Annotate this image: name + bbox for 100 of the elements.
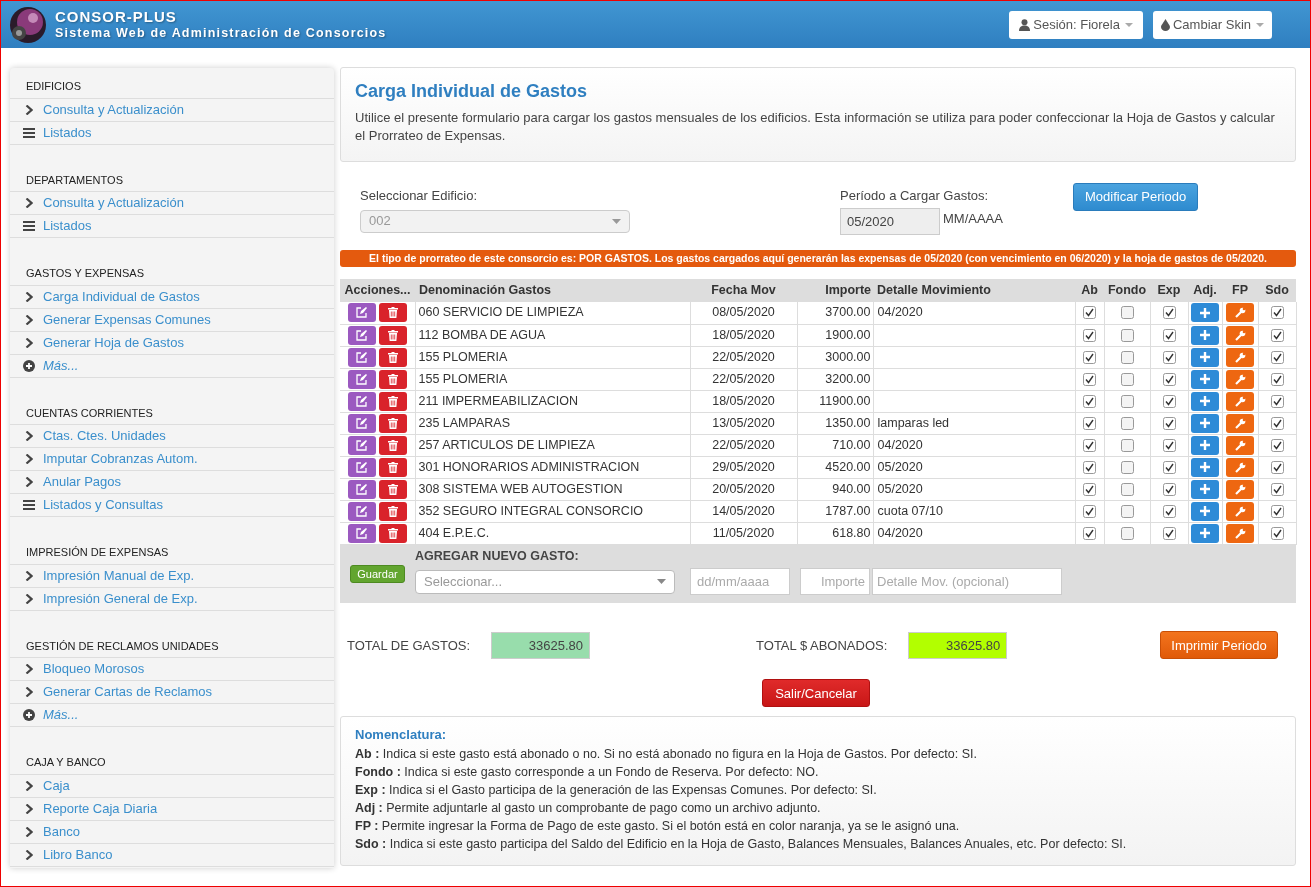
- sidebar-item[interactable]: Generar Hoja de Gastos: [10, 331, 334, 355]
- edit-button[interactable]: [347, 479, 376, 499]
- checkbox[interactable]: [1120, 416, 1134, 430]
- checkbox[interactable]: [1270, 482, 1284, 496]
- edit-button[interactable]: [347, 501, 376, 521]
- checkbox[interactable]: [1162, 526, 1176, 540]
- delete-button[interactable]: [378, 369, 407, 389]
- sidebar-item[interactable]: Reporte Caja Diaria: [10, 797, 334, 821]
- sidebar-item[interactable]: Carga Individual de Gastos: [10, 285, 334, 309]
- edit-button[interactable]: [347, 347, 376, 367]
- checkbox[interactable]: [1270, 372, 1284, 386]
- checkbox[interactable]: [1083, 504, 1096, 518]
- checkbox[interactable]: [1162, 482, 1176, 496]
- checkbox[interactable]: [1120, 372, 1134, 386]
- skin-dropdown[interactable]: Cambiar Skin: [1152, 10, 1272, 39]
- sidebar-item[interactable]: Más...: [10, 704, 334, 727]
- delete-button[interactable]: [378, 413, 407, 433]
- edit-button[interactable]: [347, 325, 376, 345]
- checkbox[interactable]: [1270, 460, 1284, 474]
- attach-button[interactable]: [1191, 457, 1219, 477]
- edit-button[interactable]: [347, 391, 376, 411]
- edit-button[interactable]: [347, 413, 376, 433]
- sidebar-item[interactable]: Impresión Manual de Exp.: [10, 564, 334, 588]
- attach-button[interactable]: [1191, 523, 1219, 543]
- print-period-button[interactable]: Imprimir Periodo: [1160, 631, 1278, 660]
- delete-button[interactable]: [378, 347, 407, 367]
- payment-method-button[interactable]: [1226, 523, 1254, 543]
- save-button[interactable]: Guardar: [350, 564, 405, 583]
- sidebar-item[interactable]: Generar Expensas Comunes: [10, 308, 334, 332]
- checkbox[interactable]: [1083, 460, 1096, 474]
- attach-button[interactable]: [1191, 501, 1219, 521]
- checkbox[interactable]: [1120, 438, 1134, 452]
- checkbox[interactable]: [1162, 438, 1176, 452]
- sidebar-item[interactable]: Impresión General de Exp.: [10, 587, 334, 611]
- checkbox[interactable]: [1083, 416, 1096, 430]
- sidebar-item[interactable]: Bloqueo Morosos: [10, 658, 334, 681]
- delete-button[interactable]: [378, 523, 407, 543]
- sidebar-item[interactable]: Imputar Cobranzas Autom.: [10, 448, 334, 471]
- payment-method-button[interactable]: [1226, 369, 1254, 389]
- sidebar-item[interactable]: Ctas. Ctes. Unidades: [10, 425, 334, 448]
- checkbox[interactable]: [1162, 306, 1176, 320]
- delete-button[interactable]: [378, 391, 407, 411]
- attach-button[interactable]: [1191, 435, 1219, 455]
- edit-button[interactable]: [347, 369, 376, 389]
- checkbox[interactable]: [1083, 394, 1096, 408]
- sidebar-item[interactable]: Listados: [10, 215, 334, 238]
- checkbox[interactable]: [1162, 504, 1176, 518]
- sidebar-item[interactable]: Consulta y Actualización: [10, 192, 334, 215]
- payment-method-button[interactable]: [1226, 303, 1254, 323]
- delete-button[interactable]: [378, 325, 407, 345]
- payment-method-button[interactable]: [1226, 457, 1254, 477]
- attach-button[interactable]: [1191, 479, 1219, 499]
- sidebar-item[interactable]: Generar Cartas de Reclamos: [10, 681, 334, 704]
- checkbox[interactable]: [1270, 438, 1284, 452]
- checkbox[interactable]: [1083, 306, 1096, 320]
- session-dropdown[interactable]: Sesión: Fiorela: [1009, 10, 1143, 39]
- checkbox[interactable]: [1162, 416, 1176, 430]
- checkbox[interactable]: [1083, 482, 1096, 496]
- sidebar-item[interactable]: Más...: [10, 354, 334, 378]
- edit-button[interactable]: [347, 523, 376, 543]
- checkbox[interactable]: [1270, 526, 1284, 540]
- expense-select[interactable]: Seleccionar...: [415, 569, 675, 594]
- sidebar-item[interactable]: Listados y Consultas: [10, 494, 334, 517]
- detail-field[interactable]: Detalle Mov. (opcional): [872, 568, 1062, 596]
- attach-button[interactable]: [1191, 303, 1219, 323]
- payment-method-button[interactable]: [1226, 479, 1254, 499]
- checkbox[interactable]: [1120, 394, 1134, 408]
- checkbox[interactable]: [1083, 350, 1096, 364]
- checkbox[interactable]: [1162, 460, 1176, 474]
- sidebar-item[interactable]: Anular Pagos: [10, 471, 334, 494]
- checkbox[interactable]: [1120, 306, 1134, 320]
- sidebar-item[interactable]: Banco: [10, 820, 334, 844]
- checkbox[interactable]: [1083, 526, 1096, 540]
- checkbox[interactable]: [1083, 328, 1096, 342]
- checkbox[interactable]: [1120, 460, 1134, 474]
- modify-period-button[interactable]: Modificar Periodo: [1072, 183, 1199, 211]
- checkbox[interactable]: [1083, 372, 1096, 386]
- period-field[interactable]: 05/2020: [840, 207, 940, 235]
- attach-button[interactable]: [1191, 369, 1219, 389]
- checkbox[interactable]: [1270, 416, 1284, 430]
- edit-button[interactable]: [347, 435, 376, 455]
- delete-button[interactable]: [378, 457, 407, 477]
- edit-button[interactable]: [347, 457, 376, 477]
- checkbox[interactable]: [1162, 328, 1176, 342]
- checkbox[interactable]: [1120, 504, 1134, 518]
- checkbox[interactable]: [1120, 328, 1134, 342]
- attach-button[interactable]: [1191, 413, 1219, 433]
- delete-button[interactable]: [378, 501, 407, 521]
- delete-button[interactable]: [378, 435, 407, 455]
- sidebar-item[interactable]: Libro Banco: [10, 843, 334, 867]
- checkbox[interactable]: [1270, 306, 1284, 320]
- payment-method-button[interactable]: [1226, 347, 1254, 367]
- delete-button[interactable]: [378, 479, 407, 499]
- checkbox[interactable]: [1162, 394, 1176, 408]
- delete-button[interactable]: [378, 303, 407, 323]
- payment-method-button[interactable]: [1226, 413, 1254, 433]
- checkbox[interactable]: [1120, 526, 1134, 540]
- checkbox[interactable]: [1162, 350, 1176, 364]
- date-field[interactable]: dd/mm/aaaa: [690, 568, 790, 596]
- sidebar-item[interactable]: Listados: [10, 121, 334, 145]
